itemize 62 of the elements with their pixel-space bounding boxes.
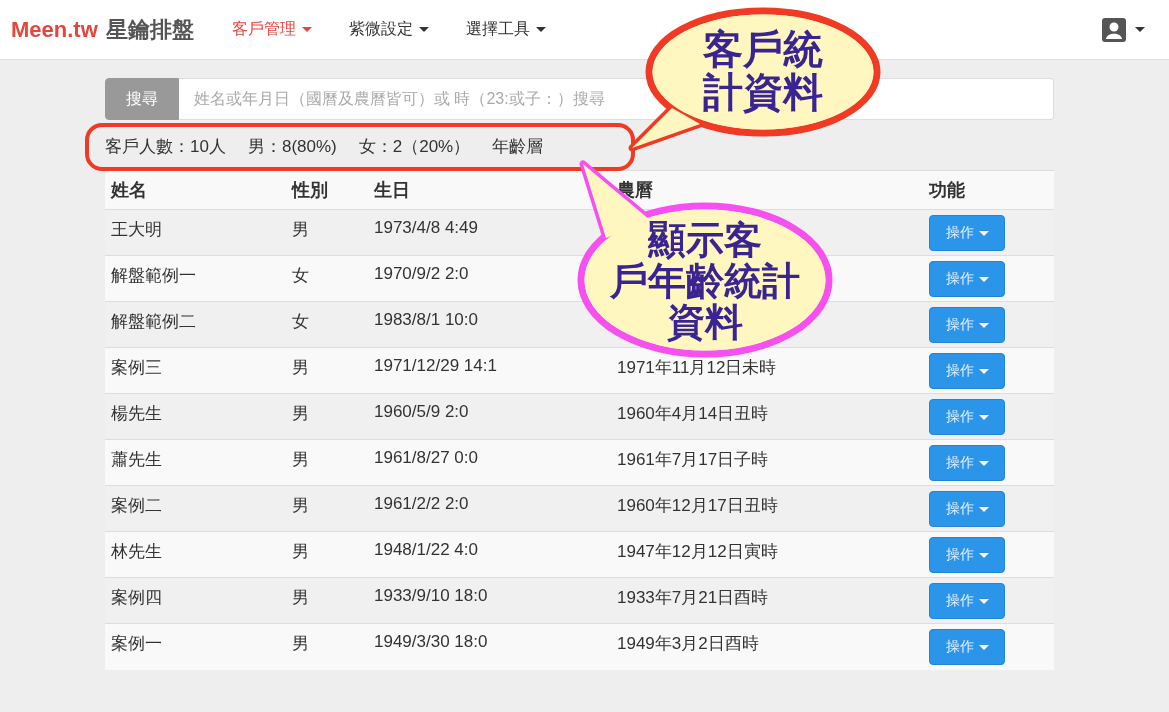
table-cell: 1933年7月21日酉時 (617, 588, 769, 607)
table-cell: 1949年3月2日酉時 (617, 634, 759, 653)
action-dropdown-button[interactable]: 操作 (929, 583, 1005, 619)
stat-text: 客戶人數：10人 (105, 135, 226, 158)
brand-logo[interactable]: Meen.tw (11, 16, 98, 43)
table-cell: 1961年7月17日子時 (617, 450, 769, 469)
table-cell: 1971/12/29 14:1 (374, 356, 497, 375)
table-cell: 男 (292, 404, 309, 423)
table-cell: 楊先生 (111, 404, 162, 423)
table-cell: 解盤範例二 (111, 312, 196, 331)
action-dropdown-button[interactable]: 操作 (929, 445, 1005, 481)
column-header: 功能 (923, 170, 1054, 210)
user-icon (1102, 17, 1126, 42)
action-dropdown-button[interactable]: 操作 (929, 307, 1005, 343)
table-cell: 1971年11月12日未時 (617, 358, 777, 377)
table-cell: 男 (292, 588, 309, 607)
table-cell: 男 (292, 358, 309, 377)
table-cell: 1947年12月12日寅時 (617, 542, 778, 561)
action-dropdown-button[interactable]: 操作 (929, 353, 1005, 389)
table-cell: 男 (292, 634, 309, 653)
table-cell: 王大明 (111, 220, 162, 239)
stat-text: 男：8(80%) (247, 135, 337, 158)
action-dropdown-button[interactable]: 操作 (929, 629, 1005, 665)
table-cell: 男 (292, 496, 309, 515)
table-cell: 1961/2/2 2:0 (374, 494, 469, 513)
table-cell: 1960年4月14日丑時 (617, 404, 769, 423)
table-cell: 男 (292, 542, 309, 561)
table-cell: 男 (292, 450, 309, 469)
table-cell: 1970/9/2 2:0 (374, 264, 469, 283)
table-cell: 1949/3/30 18:0 (374, 632, 488, 651)
table-cell: 案例三 (111, 358, 162, 377)
table-cell: 1948/1/22 4:0 (374, 540, 478, 559)
stat-text: 女：2（20%） (358, 135, 471, 158)
action-dropdown-button[interactable]: 操作 (929, 215, 1005, 251)
table-cell: 蕭先生 (111, 450, 162, 469)
nav-menu[interactable]: 選擇工具 (465, 19, 546, 40)
table-cell: 解盤範例一 (111, 266, 196, 285)
table-cell: 男 (292, 220, 309, 239)
action-dropdown-button[interactable]: 操作 (929, 261, 1005, 297)
brand-title[interactable]: 星鑰排盤 (105, 14, 194, 45)
column-header: 姓名 (105, 170, 286, 210)
action-dropdown-button[interactable]: 操作 (929, 491, 1005, 527)
nav-menu[interactable]: 客戶管理 (231, 19, 312, 40)
table-cell: 案例四 (111, 588, 162, 607)
table-cell: 女 (292, 266, 309, 285)
table-cell: 案例二 (111, 496, 162, 515)
table-cell: 案例一 (111, 634, 162, 653)
table-cell: 女 (292, 312, 309, 331)
action-dropdown-button[interactable]: 操作 (929, 537, 1005, 573)
nav-menu[interactable]: 紫微設定 (348, 19, 429, 40)
column-header: 性別 (286, 170, 368, 210)
search-button[interactable]: 搜尋 (105, 78, 179, 120)
stat-text: 年齡層 (492, 135, 544, 158)
table-cell: 1960/5/9 2:0 (374, 402, 469, 421)
table-cell: 1960年12月17日丑時 (617, 496, 778, 515)
action-dropdown-button[interactable]: 操作 (929, 399, 1005, 435)
table-cell: 1973/4/8 4:49 (374, 218, 478, 237)
table-cell: 林先生 (111, 542, 162, 561)
table-cell: 1961/8/27 0:0 (374, 448, 478, 467)
table-cell: 1983/8/1 10:0 (374, 310, 478, 329)
user-menu[interactable] (1102, 17, 1145, 42)
table-cell: 1933/9/10 18:0 (374, 586, 488, 605)
